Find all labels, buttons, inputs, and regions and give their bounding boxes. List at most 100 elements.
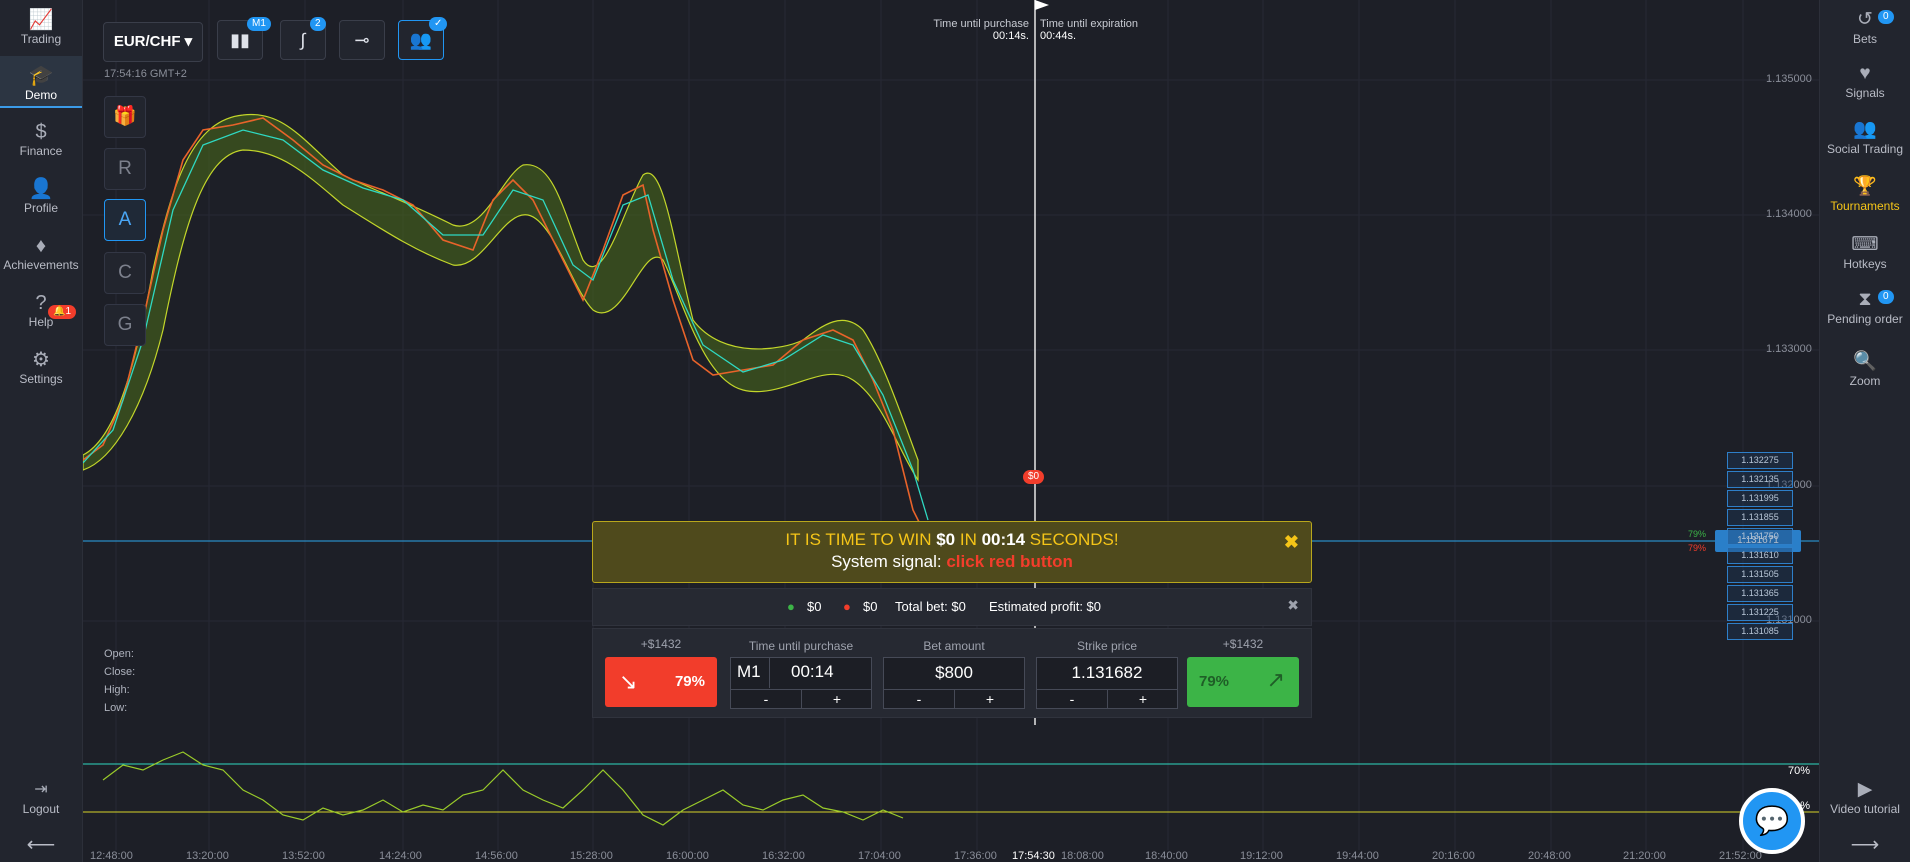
ladder-cell[interactable]: 1.131995 <box>1727 490 1793 507</box>
right-nav-hotkeys-label: Hotkeys <box>1843 257 1887 271</box>
collapse-right-arrow-icon[interactable]: ⟶ <box>1820 832 1910 856</box>
ladder-cell[interactable]: 1.131505 <box>1727 566 1793 583</box>
ladder-cell[interactable]: 1.132275 <box>1727 452 1793 469</box>
right-nav-bets-label: Bets <box>1852 32 1877 46</box>
strategy-a-button[interactable]: A <box>104 199 146 241</box>
right-nav-pending-order[interactable]: ⧗ Pending order 0 <box>1820 288 1910 332</box>
promo-headline: IT IS TIME TO WIN $0 IN 00:14 SECONDS! <box>785 530 1119 549</box>
call-profit-label: +$1432 <box>1222 637 1264 651</box>
up-arrow-icon: ● <box>787 599 795 614</box>
down-arrow-icon: ● <box>843 599 851 614</box>
nav-settings[interactable]: ⚙ Settings <box>0 348 82 396</box>
x-tick: 15:28:00 <box>570 850 613 862</box>
asset-label: EUR/CHF <box>113 33 181 50</box>
summary-total-bet: Total bet: $0 <box>895 599 966 614</box>
right-nav-tournaments-label: Tournaments <box>1830 199 1900 213</box>
bet-plus-button[interactable]: + <box>954 689 1025 708</box>
right-nav-signals[interactable]: ♥ Signals <box>1820 62 1910 106</box>
x-tick: 19:12:00 <box>1240 850 1283 862</box>
time-plus-button[interactable]: + <box>801 689 872 708</box>
timeframe-badge: M1 <box>247 17 271 31</box>
right-nav-zoom-label: Zoom <box>1849 374 1881 388</box>
ladder-cell[interactable]: 1.131365 <box>1727 585 1793 602</box>
y-tick: 1.133000 <box>1766 343 1812 355</box>
x-tick: 14:56:00 <box>475 850 518 862</box>
strike-price-value[interactable]: 1.131682 <box>1037 663 1177 683</box>
x-tick-current: 17:54:30 <box>1012 850 1055 862</box>
video-tutorial-button[interactable]: ▶ Video tutorial <box>1820 778 1910 822</box>
right-nav-tournaments[interactable]: 🏆 Tournaments <box>1820 175 1910 219</box>
line-tool-icon: ⊸ <box>354 30 370 50</box>
right-nav-bets[interactable]: ↺ Bets 0 <box>1820 8 1910 52</box>
nav-help[interactable]: ? Help 🔔1 <box>0 291 82 339</box>
nav-demo[interactable]: 🎓 Demo <box>0 56 82 108</box>
x-tick: 21:52:00 <box>1719 850 1762 862</box>
time-minus-button[interactable]: - <box>731 689 801 708</box>
ladder-cell[interactable]: 1.131225 <box>1727 604 1793 621</box>
right-nav-pending-order-label: Pending order <box>1827 312 1903 326</box>
right-nav-zoom[interactable]: 🔍 Zoom <box>1820 350 1910 394</box>
ohlc-close: Close: <box>104 666 136 678</box>
asset-selector[interactable]: EUR/CHF ▾ <box>103 22 203 62</box>
time-value[interactable]: 00:14 <box>791 662 834 682</box>
nav-trading[interactable]: 📈 Trading <box>0 8 82 56</box>
right-nav-hotkeys[interactable]: ⌨ Hotkeys <box>1820 233 1910 277</box>
check-badge-icon: ✓ <box>429 17 448 31</box>
summary-estimated-profit: Estimated profit: $0 <box>989 599 1101 614</box>
call-payout: 79% <box>1199 673 1230 690</box>
gift-button[interactable]: 🎁 <box>104 96 146 138</box>
candles-icon: ▮▮ <box>230 30 250 50</box>
ladder-cell[interactable]: 1.131855 <box>1727 509 1793 526</box>
x-tick: 20:48:00 <box>1528 850 1571 862</box>
close-icon[interactable]: ✖ <box>1284 532 1299 553</box>
strike-plus-button[interactable]: + <box>1107 689 1178 708</box>
summary-up-amount: $0 <box>807 599 822 614</box>
expiration-timer-value: 00:44s. <box>1040 30 1077 42</box>
trade-panel: +$1432 ↘ 79% Time until purchase M1 00:1… <box>592 628 1312 718</box>
strike-minus-button[interactable]: - <box>1037 689 1107 708</box>
keyboard-icon: ⌨ <box>1851 234 1879 255</box>
nav-finance[interactable]: $ Finance <box>0 120 82 168</box>
collapse-left-arrow-icon[interactable]: ⟵ <box>0 832 82 856</box>
price-chart-svg[interactable] <box>83 0 1820 862</box>
history-icon: ↺ <box>1857 9 1873 30</box>
envelope-band <box>83 113 919 482</box>
expiration-timer-label: Time until expiration <box>1040 18 1139 30</box>
timeframe-value[interactable]: M1 <box>737 662 761 682</box>
ladder-cell[interactable]: 1.131610 <box>1727 547 1793 564</box>
zoom-icon: 🔍 <box>1853 351 1877 372</box>
call-button[interactable]: 79% ↗ <box>1187 657 1299 707</box>
chat-button[interactable]: 💬 <box>1739 788 1805 854</box>
ladder-cell[interactable]: 1.131085 <box>1727 623 1793 640</box>
promo-signal-action[interactable]: click red button <box>946 552 1073 571</box>
right-nav-social-trading[interactable]: 👥 Social Trading <box>1820 118 1910 162</box>
ladder-cell[interactable]: 1.132135 <box>1727 471 1793 488</box>
nav-achievements[interactable]: ♦ Achievements <box>0 234 82 282</box>
ohlc-open: Open: <box>104 648 134 660</box>
x-tick: 17:36:00 <box>954 850 997 862</box>
ladder-cell[interactable]: 1.131750 <box>1727 528 1793 545</box>
arrow-down-right-icon: ↘ <box>619 669 638 694</box>
close-icon[interactable]: ✖ <box>1287 597 1299 614</box>
nav-profile-label: Profile <box>23 201 58 215</box>
strategy-g-button[interactable]: G <box>104 304 146 346</box>
strategy-r-button[interactable]: R <box>104 148 146 190</box>
trade-marker-put[interactable]: $0 <box>1023 470 1045 484</box>
chart-area[interactable]: EUR/CHF ▾ ▮▮ M1 ∫ 2 ⊸ 👥 ✓ 17:54:16 GMT+2… <box>83 0 1820 862</box>
bet-minus-button[interactable]: - <box>884 689 954 708</box>
bet-amount-label: Bet amount <box>923 639 985 653</box>
time-selector[interactable]: M1 00:14 - + <box>730 657 872 709</box>
summary-down-amount: $0 <box>863 599 878 614</box>
ohlc-high: High: <box>104 684 130 696</box>
logout-button[interactable]: ⇥ Logout <box>0 778 82 818</box>
arrow-up-right-icon: ↗ <box>1266 667 1285 692</box>
nav-profile[interactable]: 👤 Profile <box>0 177 82 225</box>
strategy-c-button[interactable]: C <box>104 252 146 294</box>
chart-line-icon: 📈 <box>28 9 54 31</box>
bet-amount-value[interactable]: $800 <box>884 663 1024 683</box>
strike-price-field[interactable]: 1.131682 - + <box>1036 657 1178 709</box>
drawing-tools-button[interactable]: ⊸ <box>339 20 385 60</box>
nav-achievements-label: Achievements <box>3 258 79 272</box>
bet-amount-field[interactable]: $800 - + <box>883 657 1025 709</box>
put-button[interactable]: ↘ 79% <box>605 657 717 707</box>
